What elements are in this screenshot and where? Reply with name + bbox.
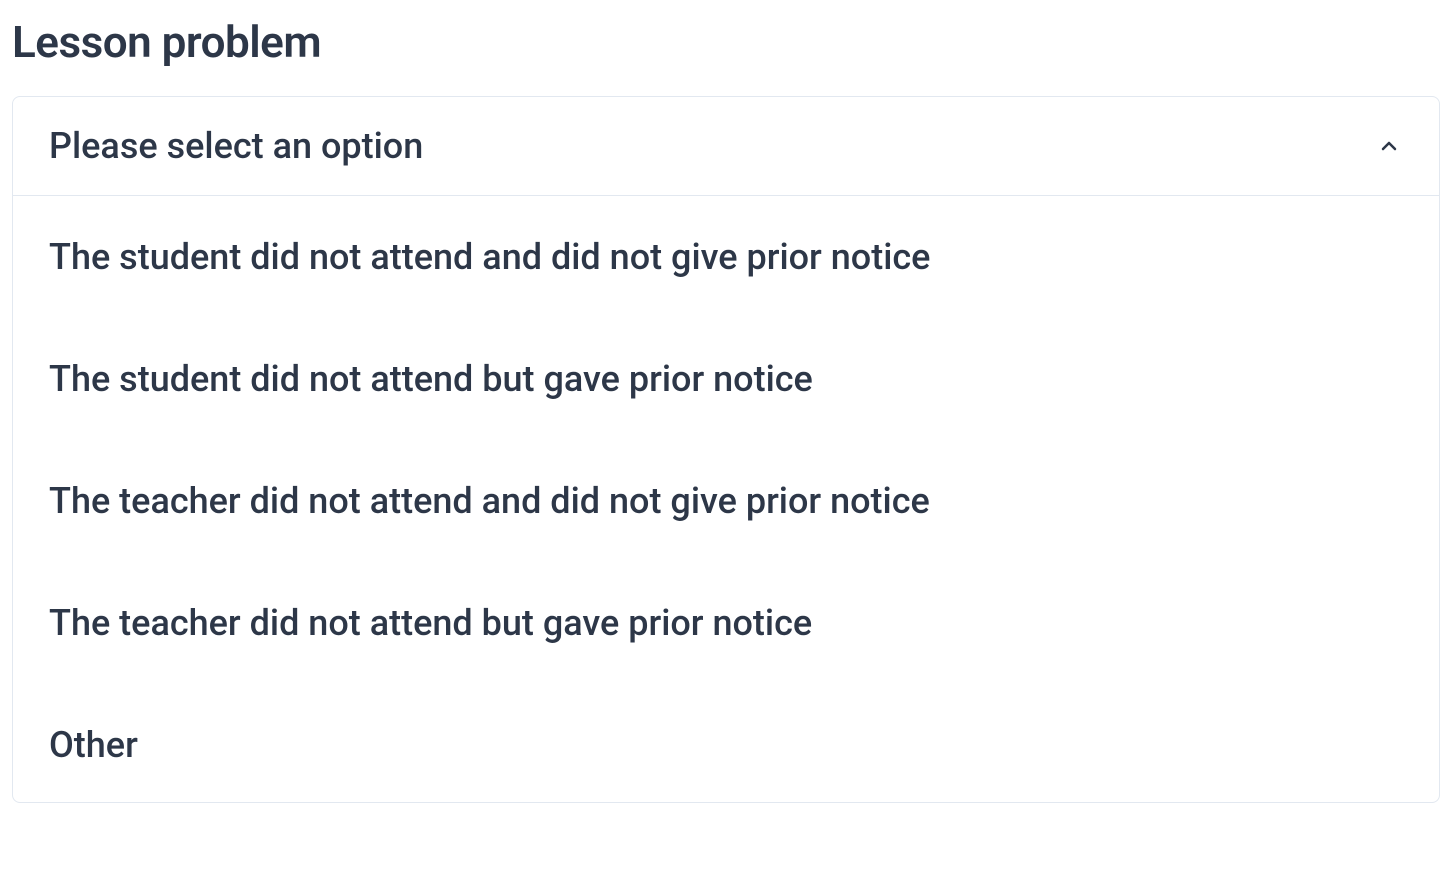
chevron-up-icon <box>1375 132 1403 160</box>
dropdown-options-list: The student did not attend and did not g… <box>13 196 1439 802</box>
lesson-problem-dropdown: Please select an option The student did … <box>12 96 1440 803</box>
dropdown-placeholder: Please select an option <box>49 125 423 167</box>
page-title: Lesson problem <box>12 16 1440 68</box>
dropdown-option-other[interactable]: Other <box>13 684 1439 802</box>
dropdown-option-student-no-notice[interactable]: The student did not attend and did not g… <box>13 196 1439 318</box>
dropdown-option-teacher-with-notice[interactable]: The teacher did not attend but gave prio… <box>13 562 1439 684</box>
dropdown-option-teacher-no-notice[interactable]: The teacher did not attend and did not g… <box>13 440 1439 562</box>
dropdown-option-student-with-notice[interactable]: The student did not attend but gave prio… <box>13 318 1439 440</box>
dropdown-toggle[interactable]: Please select an option <box>13 97 1439 196</box>
